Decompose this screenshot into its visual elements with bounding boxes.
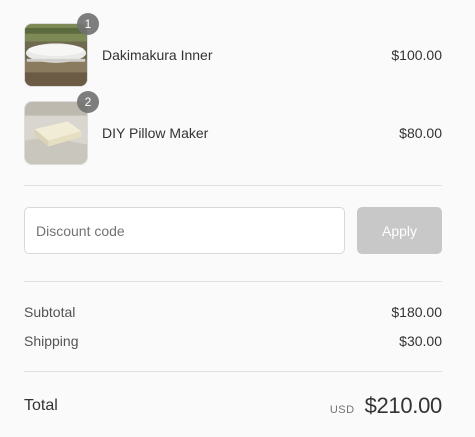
quantity-badge: 1 [77, 13, 99, 35]
product-image-dakimakura-inner [24, 23, 88, 87]
total-label: Total [24, 397, 58, 414]
subtotal-value: $180.00 [391, 304, 442, 320]
product-thumbnail: 2 [24, 91, 99, 165]
product-name: DIY Pillow Maker [102, 125, 209, 141]
product-name: Dakimakura Inner [102, 47, 213, 63]
subtotal-label: Subtotal [24, 304, 76, 320]
total-row: Total USD $210.00 [24, 390, 442, 422]
apply-discount-button[interactable]: Apply [357, 207, 442, 254]
shipping-value: $30.00 [399, 333, 442, 349]
currency-code: USD [329, 404, 355, 416]
line-item: 2 DIY Pillow Maker $80.00 [24, 91, 442, 165]
divider [24, 185, 442, 186]
product-price: $80.00 [399, 125, 442, 141]
divider [24, 281, 442, 282]
product-thumbnail: 1 [24, 13, 99, 87]
total-amount: $210.00 [364, 393, 443, 418]
shipping-label: Shipping [24, 333, 79, 349]
total-price: USD $210.00 [330, 393, 442, 419]
line-item: 1 Dakimakura Inner $100.00 [24, 13, 442, 87]
discount-code-input[interactable] [24, 207, 345, 254]
order-summary: 1 Dakimakura Inner $100.00 2 DIY Pillow … [0, 0, 475, 437]
quantity-badge: 2 [77, 91, 99, 113]
product-image-diy-pillow-maker [24, 101, 88, 165]
subtotal-row: Subtotal $180.00 [24, 304, 442, 320]
product-price: $100.00 [391, 47, 442, 63]
divider [24, 371, 442, 372]
shipping-row: Shipping $30.00 [24, 333, 442, 349]
